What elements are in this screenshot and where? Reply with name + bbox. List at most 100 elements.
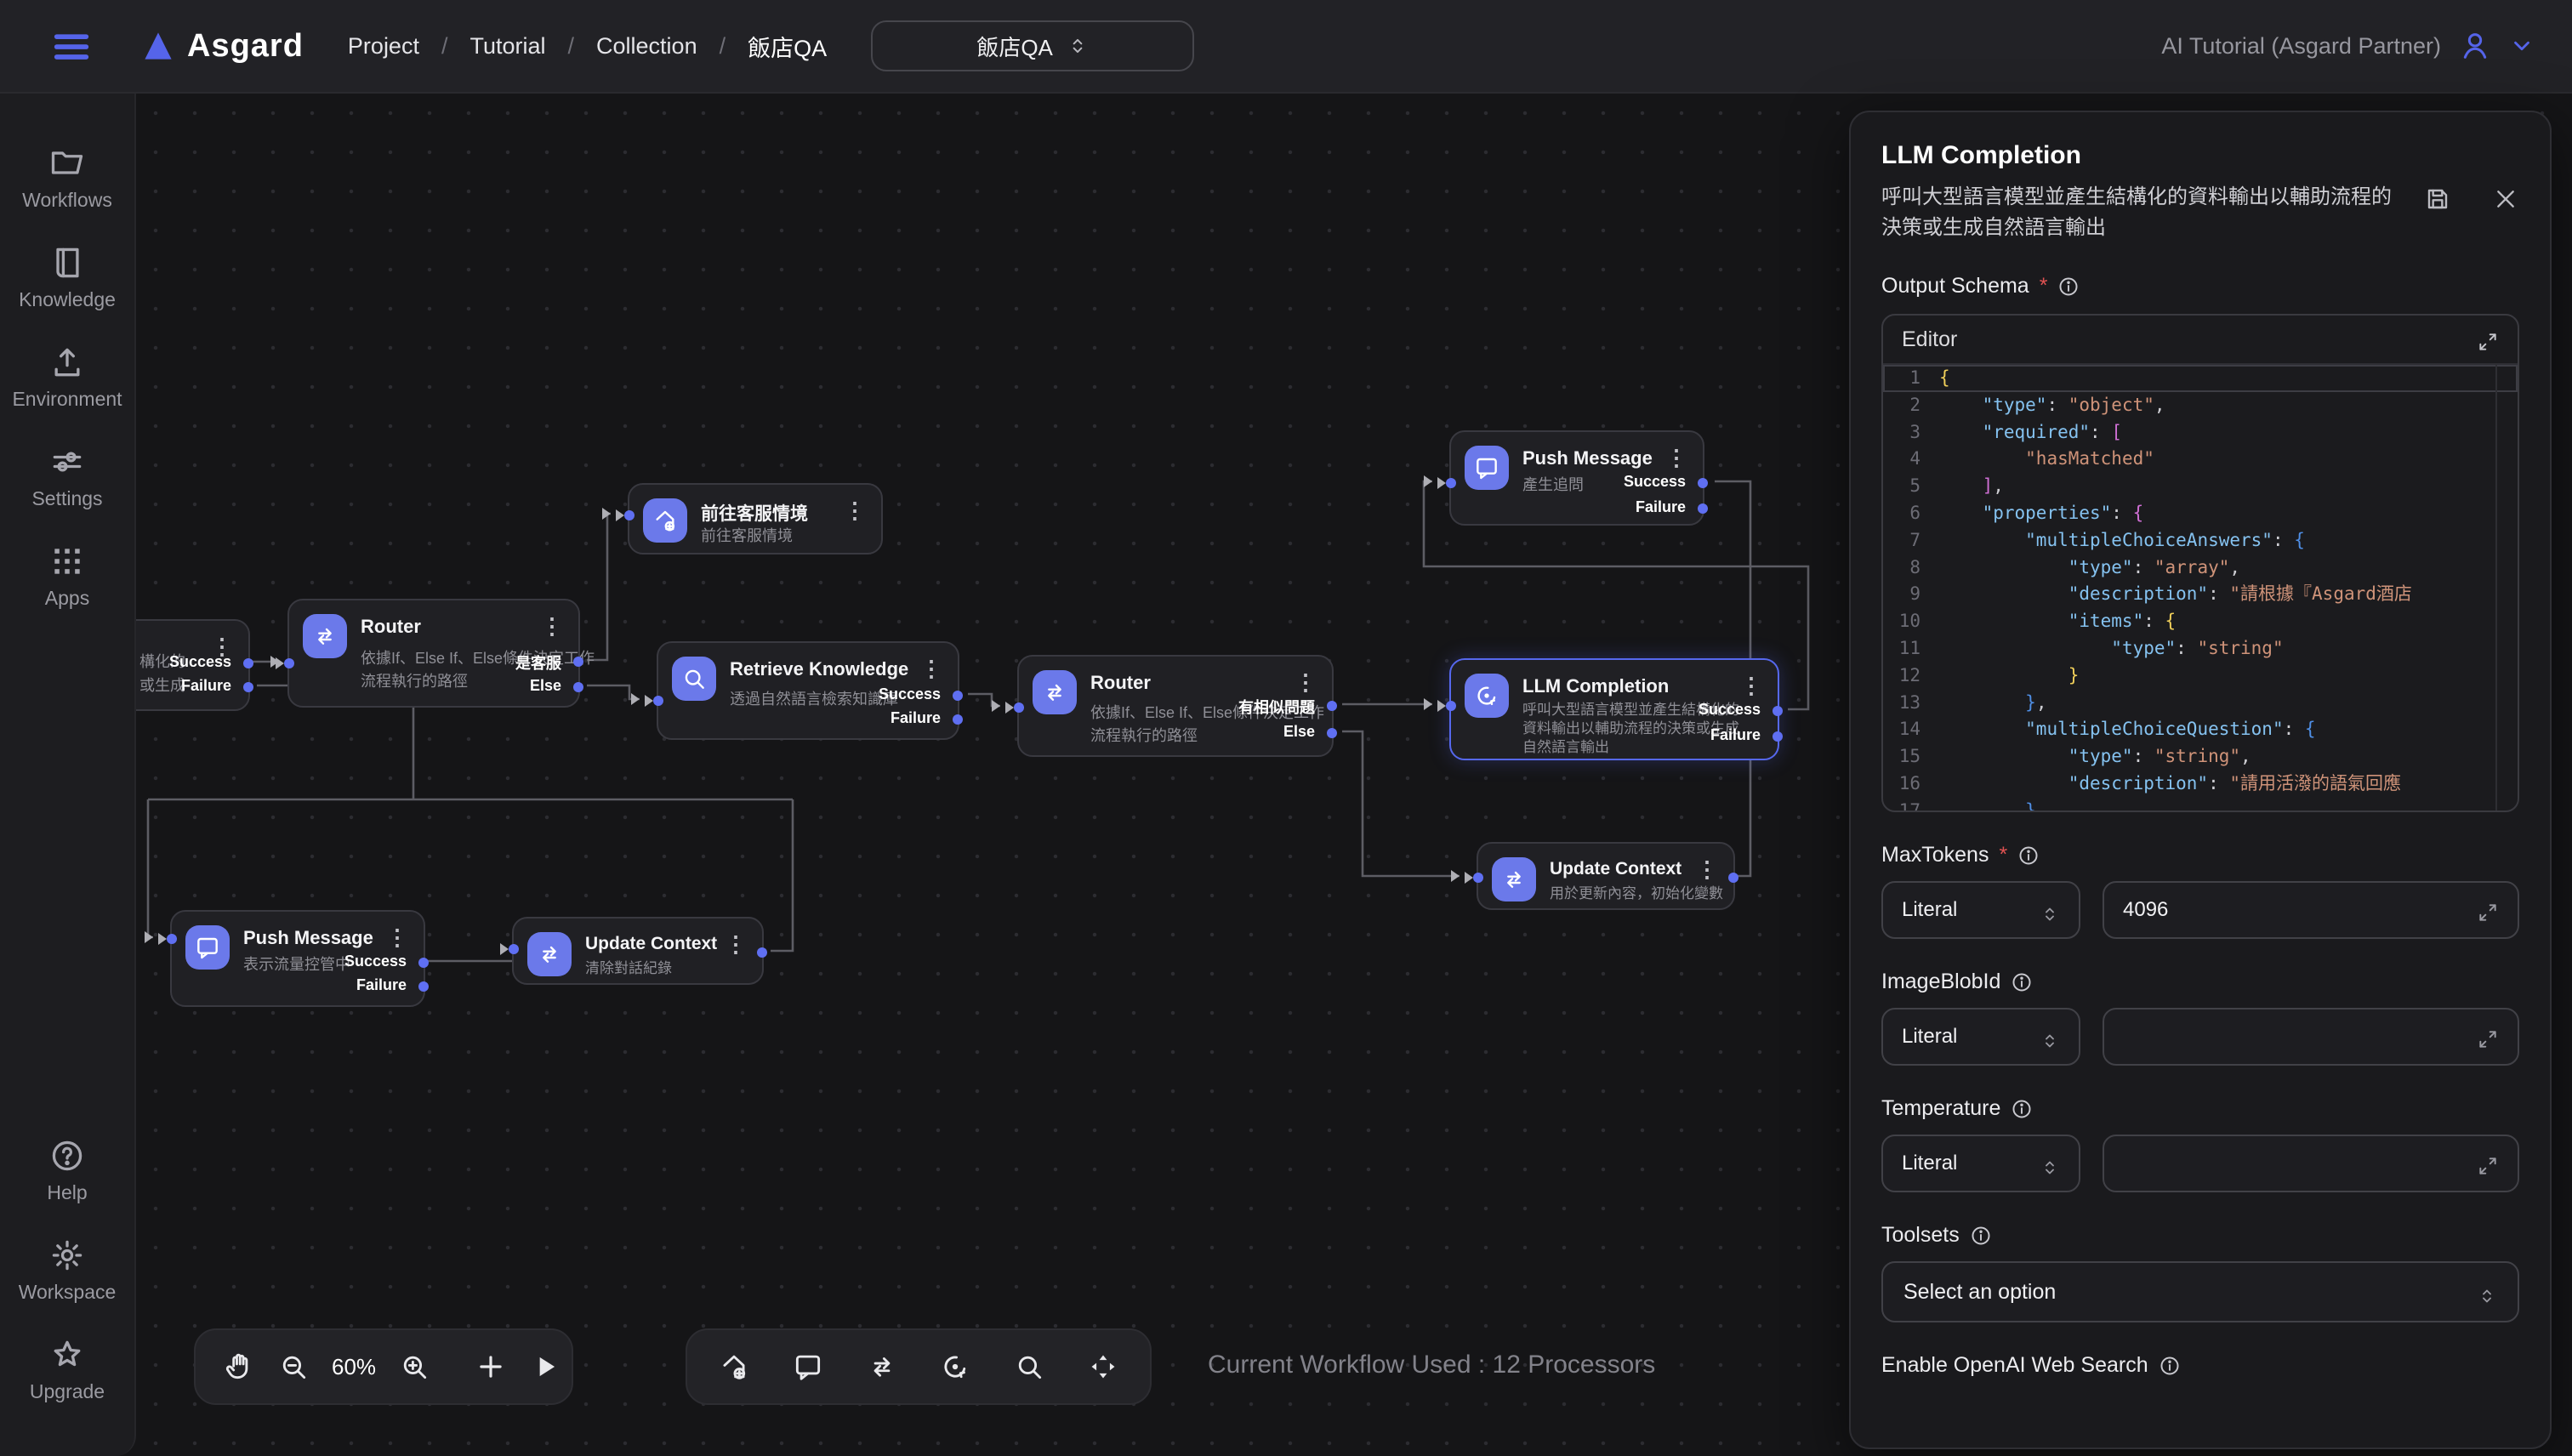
- input-port-dot[interactable]: [653, 696, 663, 706]
- output-port-Success[interactable]: Success: [344, 953, 407, 970]
- node-push-message-ratelimit[interactable]: Push Message⋮表示流量控管中SuccessFailure: [170, 910, 425, 1007]
- sidebar-item-environment[interactable]: Environment: [12, 344, 122, 411]
- sidebar-item-apps[interactable]: Apps: [12, 543, 122, 610]
- kebab-menu-icon[interactable]: ⋮: [386, 925, 408, 949]
- kebab-menu-icon[interactable]: ⋮: [844, 498, 866, 522]
- output-port-Failure[interactable]: Failure: [1710, 726, 1761, 744]
- kebab-menu-icon[interactable]: ⋮: [1295, 670, 1317, 694]
- input-port-dot[interactable]: [624, 510, 634, 520]
- output-port-dot[interactable]: [573, 657, 583, 667]
- output-port-dot[interactable]: [953, 691, 963, 701]
- output-port-Else[interactable]: Else: [1283, 723, 1315, 741]
- param-value-input[interactable]: 4096: [2103, 881, 2519, 939]
- output-port-是客服[interactable]: 是客服: [515, 651, 561, 674]
- close-icon[interactable]: [2492, 185, 2519, 213]
- input-port-dot[interactable]: [167, 934, 177, 944]
- node-retrieve-knowledge[interactable]: Retrieve Knowledge⋮透過自然語言檢索知識庫SuccessFai…: [657, 641, 959, 740]
- kebab-menu-icon[interactable]: ⋮: [920, 657, 942, 680]
- output-port-dot[interactable]: [1773, 731, 1783, 742]
- sidebar-item-settings[interactable]: Settings: [12, 443, 122, 510]
- editor-scrollbar[interactable]: [2495, 365, 2518, 810]
- add-retrieve-knowledge-icon[interactable]: [1013, 1351, 1045, 1383]
- breadcrumb-item-collection[interactable]: Collection: [596, 33, 697, 60]
- add-push-message-icon[interactable]: [792, 1351, 824, 1383]
- output-port-dot[interactable]: [243, 658, 253, 668]
- kebab-menu-icon[interactable]: ⋮: [725, 932, 747, 956]
- code-area[interactable]: 1{2 "type": "object",3 "required": [4 "h…: [1883, 365, 2518, 810]
- param-value-input[interactable]: [2103, 1135, 2519, 1192]
- output-port-Success[interactable]: Success: [1699, 701, 1761, 719]
- zoom-out-icon[interactable]: [277, 1351, 310, 1383]
- breadcrumb-item-飯店qa[interactable]: 飯店QA: [748, 30, 827, 63]
- output-port-dot[interactable]: [1728, 873, 1738, 883]
- node-push-message-followup[interactable]: Push Message⋮產生追問SuccessFailure: [1449, 430, 1704, 526]
- sidebar-item-workspace[interactable]: Workspace: [19, 1237, 117, 1304]
- output-port-dot[interactable]: [953, 714, 963, 725]
- output-port-dot[interactable]: [1698, 503, 1708, 514]
- input-port-dot[interactable]: [1446, 701, 1456, 711]
- output-port-Failure[interactable]: Failure: [356, 976, 407, 994]
- info-icon[interactable]: [2159, 1355, 2181, 1377]
- output-port-Success[interactable]: Success: [1624, 473, 1686, 491]
- value-type-select[interactable]: Literal: [1881, 881, 2080, 939]
- add-icon[interactable]: [475, 1351, 507, 1383]
- zoom-in-icon[interactable]: [398, 1351, 430, 1383]
- add-llm-completion-icon[interactable]: [939, 1351, 971, 1383]
- node-update-context-init[interactable]: Update Context⋮用於更新內容，初始化變數: [1477, 842, 1735, 910]
- logo[interactable]: Asgard: [139, 27, 304, 65]
- sidebar-item-help[interactable]: Help: [47, 1137, 87, 1204]
- output-port-dot[interactable]: [1773, 706, 1783, 716]
- output-port-Failure[interactable]: Failure: [181, 677, 231, 695]
- expand-icon[interactable]: [2477, 1152, 2499, 1174]
- play-icon[interactable]: [529, 1351, 561, 1383]
- info-icon[interactable]: [1970, 1225, 1992, 1247]
- node-update-context-clear[interactable]: Update Context⋮清除對話紀錄: [512, 917, 764, 985]
- input-port-dot[interactable]: [1473, 873, 1483, 883]
- hand-icon[interactable]: [223, 1351, 255, 1383]
- workflow-selector[interactable]: 飯店QA: [871, 20, 1194, 71]
- user-avatar-icon[interactable]: [2458, 29, 2492, 63]
- add-update-context-icon[interactable]: [866, 1351, 898, 1383]
- sidebar-item-workflows[interactable]: Workflows: [12, 145, 122, 212]
- value-type-select[interactable]: Literal: [1881, 1135, 2080, 1192]
- output-port-Failure[interactable]: Failure: [891, 709, 941, 727]
- output-port-Success[interactable]: Success: [879, 685, 941, 703]
- output-port-dot[interactable]: [1698, 478, 1708, 488]
- info-icon[interactable]: [2011, 971, 2033, 993]
- info-icon[interactable]: [2011, 1098, 2033, 1120]
- input-port-dot[interactable]: [284, 658, 294, 668]
- output-port-dot[interactable]: [418, 981, 429, 992]
- output-port-dot[interactable]: [1327, 728, 1337, 738]
- value-type-select[interactable]: Literal: [1881, 1008, 2080, 1066]
- sidebar-item-upgrade[interactable]: Upgrade: [30, 1336, 105, 1403]
- move-tool-icon[interactable]: [1087, 1351, 1119, 1383]
- sidebar-item-knowledge[interactable]: Knowledge: [12, 244, 122, 311]
- breadcrumb-item-project[interactable]: Project: [348, 33, 419, 60]
- add-situation-icon[interactable]: [718, 1351, 750, 1383]
- chevron-down-icon[interactable]: [2509, 33, 2535, 59]
- output-port-Failure[interactable]: Failure: [1636, 498, 1686, 516]
- input-port-dot[interactable]: [509, 944, 519, 954]
- output-port-dot[interactable]: [573, 682, 583, 692]
- output-port-Else[interactable]: Else: [530, 677, 561, 695]
- breadcrumb-item-tutorial[interactable]: Tutorial: [469, 33, 545, 60]
- param-value-input[interactable]: [2103, 1008, 2519, 1066]
- input-port-dot[interactable]: [1446, 478, 1456, 488]
- kebab-menu-icon[interactable]: ⋮: [1665, 446, 1687, 469]
- node-router-2[interactable]: Router⋮依據If、Else If、Else條件決定工作流程執行的路徑有相似…: [1017, 655, 1334, 757]
- expand-icon[interactable]: [2477, 1026, 2499, 1048]
- output-port-dot[interactable]: [418, 958, 429, 968]
- output-port-dot[interactable]: [243, 682, 253, 692]
- output-port-dot[interactable]: [1327, 701, 1337, 711]
- node-goto-support-situation[interactable]: 前往客服情境⋮前往客服情境: [628, 483, 883, 555]
- node-router-1[interactable]: Router⋮依據If、Else If、Else條件決定工作流程執行的路徑是客服…: [287, 599, 580, 708]
- save-icon[interactable]: [2424, 185, 2451, 213]
- kebab-menu-icon[interactable]: ⋮: [541, 614, 563, 638]
- kebab-menu-icon[interactable]: ⋮: [1696, 857, 1718, 881]
- zoom-level-label[interactable]: 60%: [332, 1354, 376, 1380]
- kebab-menu-icon[interactable]: ⋮: [1740, 674, 1762, 697]
- expand-icon[interactable]: [2477, 899, 2499, 921]
- info-icon[interactable]: [2057, 276, 2080, 298]
- info-icon[interactable]: [2017, 845, 2040, 867]
- expand-icon[interactable]: [2477, 328, 2499, 350]
